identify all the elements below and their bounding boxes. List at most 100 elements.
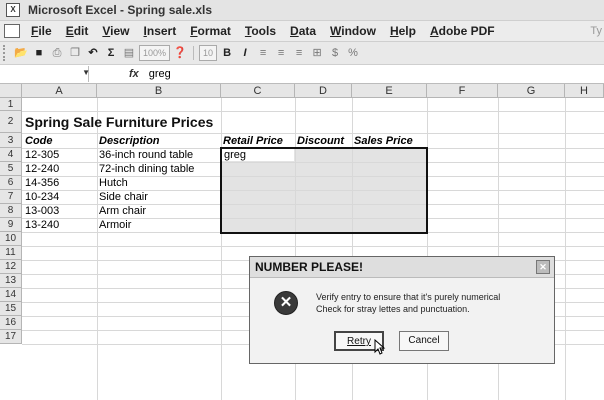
title-bar: X Microsoft Excel - Spring sale.xls: [0, 0, 604, 21]
type-question-box[interactable]: Ty: [590, 25, 604, 37]
cell-description[interactable]: 72-inch dining table: [99, 162, 194, 176]
cancel-button[interactable]: Cancel: [399, 331, 449, 351]
row-header-11[interactable]: 11: [0, 246, 22, 260]
help-icon[interactable]: ❓: [172, 45, 188, 61]
menu-adobe-pdf[interactable]: Adobe PDF: [423, 24, 502, 38]
standard-toolbar: 📂 ■ ⎙ ❐ ↶ Σ ▤ 100% ❓ 10 B I ≡ ≡ ≡ ⊞ $ %: [0, 42, 604, 65]
italic-button[interactable]: I: [237, 45, 253, 61]
menu-data[interactable]: Data: [283, 24, 323, 38]
retry-button-label: Retry: [347, 336, 371, 347]
gridline: [97, 98, 98, 400]
select-all-corner[interactable]: [0, 84, 22, 98]
header-description[interactable]: Description: [99, 134, 160, 148]
toolbar-separator: [193, 46, 195, 60]
header-code[interactable]: Code: [25, 134, 53, 148]
cell-code[interactable]: 10-234: [25, 190, 59, 204]
header-sales-price[interactable]: Sales Price: [354, 134, 413, 148]
row-header-14[interactable]: 14: [0, 288, 22, 302]
close-icon[interactable]: ✕: [536, 260, 550, 274]
formula-bar: ▼ fx greg: [0, 65, 604, 84]
row-header-6[interactable]: 6: [0, 176, 22, 190]
cell-code[interactable]: 14-356: [25, 176, 59, 190]
error-icon: ✕: [274, 291, 298, 315]
menu-view[interactable]: View: [95, 24, 136, 38]
name-box[interactable]: ▼: [0, 66, 90, 82]
formula-input[interactable]: greg: [149, 68, 171, 80]
selection-border: [220, 147, 428, 234]
dialog-message-line: Check for stray lettes and punctuation.: [316, 304, 470, 314]
row-header-7[interactable]: 7: [0, 190, 22, 204]
save-icon[interactable]: ■: [31, 45, 47, 61]
row-header-3[interactable]: 3: [0, 133, 22, 148]
currency-button[interactable]: $: [327, 45, 343, 61]
dialog-message: Verify entry to ensure that it's purely …: [316, 291, 500, 315]
row-header-5[interactable]: 5: [0, 162, 22, 176]
insert-function-icon[interactable]: fx: [129, 68, 139, 80]
dialog-title-bar[interactable]: NUMBER PLEASE! ✕: [250, 257, 554, 278]
print-icon[interactable]: ⎙: [49, 45, 65, 61]
column-header-h[interactable]: H: [565, 84, 604, 98]
row-header-1[interactable]: 1: [0, 98, 22, 111]
row-header-17[interactable]: 17: [0, 330, 22, 344]
menu-format[interactable]: Format: [183, 24, 238, 38]
autosum-icon[interactable]: Σ: [103, 45, 119, 61]
align-center-icon[interactable]: ≡: [273, 45, 289, 61]
row-header-16[interactable]: 16: [0, 316, 22, 330]
menu-file[interactable]: File: [24, 24, 59, 38]
gridline: [22, 111, 604, 112]
undo-icon[interactable]: ↶: [85, 45, 101, 61]
header-discount[interactable]: Discount: [297, 134, 344, 148]
row-header-2[interactable]: 2: [0, 111, 22, 133]
toolbar-grip-icon[interactable]: [3, 45, 8, 61]
column-header-a[interactable]: A: [22, 84, 97, 98]
gridline: [565, 98, 566, 400]
cell-code[interactable]: 12-240: [25, 162, 59, 176]
column-header-b[interactable]: B: [97, 84, 221, 98]
cell-description[interactable]: 36-inch round table: [99, 148, 193, 162]
gridline: [22, 246, 604, 247]
menu-window[interactable]: Window: [323, 24, 383, 38]
row-header-15[interactable]: 15: [0, 302, 22, 316]
row-header-10[interactable]: 10: [0, 232, 22, 246]
percent-button[interactable]: %: [345, 45, 361, 61]
workbook-icon[interactable]: [4, 24, 20, 38]
row-header-12[interactable]: 12: [0, 260, 22, 274]
column-header-c[interactable]: C: [221, 84, 295, 98]
name-box-dropdown-icon[interactable]: ▼: [82, 68, 90, 77]
excel-app-icon: X: [6, 3, 20, 17]
mouse-pointer-icon: [374, 339, 386, 355]
menu-tools[interactable]: Tools: [238, 24, 283, 38]
align-right-icon[interactable]: ≡: [291, 45, 307, 61]
cell-description[interactable]: Hutch: [99, 176, 128, 190]
column-header-f[interactable]: F: [427, 84, 498, 98]
menu-edit[interactable]: Edit: [59, 24, 96, 38]
cell-description[interactable]: Armoir: [99, 218, 131, 232]
merge-center-icon[interactable]: ⊞: [309, 45, 325, 61]
menu-insert[interactable]: Insert: [137, 24, 184, 38]
chart-icon[interactable]: ▤: [121, 45, 137, 61]
cell-code[interactable]: 13-003: [25, 204, 59, 218]
column-header-d[interactable]: D: [295, 84, 352, 98]
cell-description[interactable]: Arm chair: [99, 204, 146, 218]
row-header-9[interactable]: 9: [0, 218, 22, 232]
row-header-8[interactable]: 8: [0, 204, 22, 218]
zoom-select[interactable]: 100%: [139, 45, 171, 61]
row-header-4[interactable]: 4: [0, 148, 22, 162]
copy-icon[interactable]: ❐: [67, 45, 83, 61]
cell-code[interactable]: 12-305: [25, 148, 59, 162]
header-retail-price[interactable]: Retail Price: [223, 134, 283, 148]
row-header-13[interactable]: 13: [0, 274, 22, 288]
window-title: Microsoft Excel - Spring sale.xls: [28, 3, 213, 17]
menu-help[interactable]: Help: [383, 24, 423, 38]
sheet-title[interactable]: Spring Sale Furniture Prices: [25, 115, 213, 129]
cell-description[interactable]: Side chair: [99, 190, 148, 204]
gridline: [221, 98, 222, 400]
align-left-icon[interactable]: ≡: [255, 45, 271, 61]
menu-bar: File Edit View Insert Format Tools Data …: [0, 21, 604, 42]
font-size-select[interactable]: 10: [199, 45, 218, 61]
cell-code[interactable]: 13-240: [25, 218, 59, 232]
column-header-g[interactable]: G: [498, 84, 565, 98]
column-header-e[interactable]: E: [352, 84, 427, 98]
open-icon[interactable]: 📂: [13, 45, 29, 61]
bold-button[interactable]: B: [219, 45, 235, 61]
